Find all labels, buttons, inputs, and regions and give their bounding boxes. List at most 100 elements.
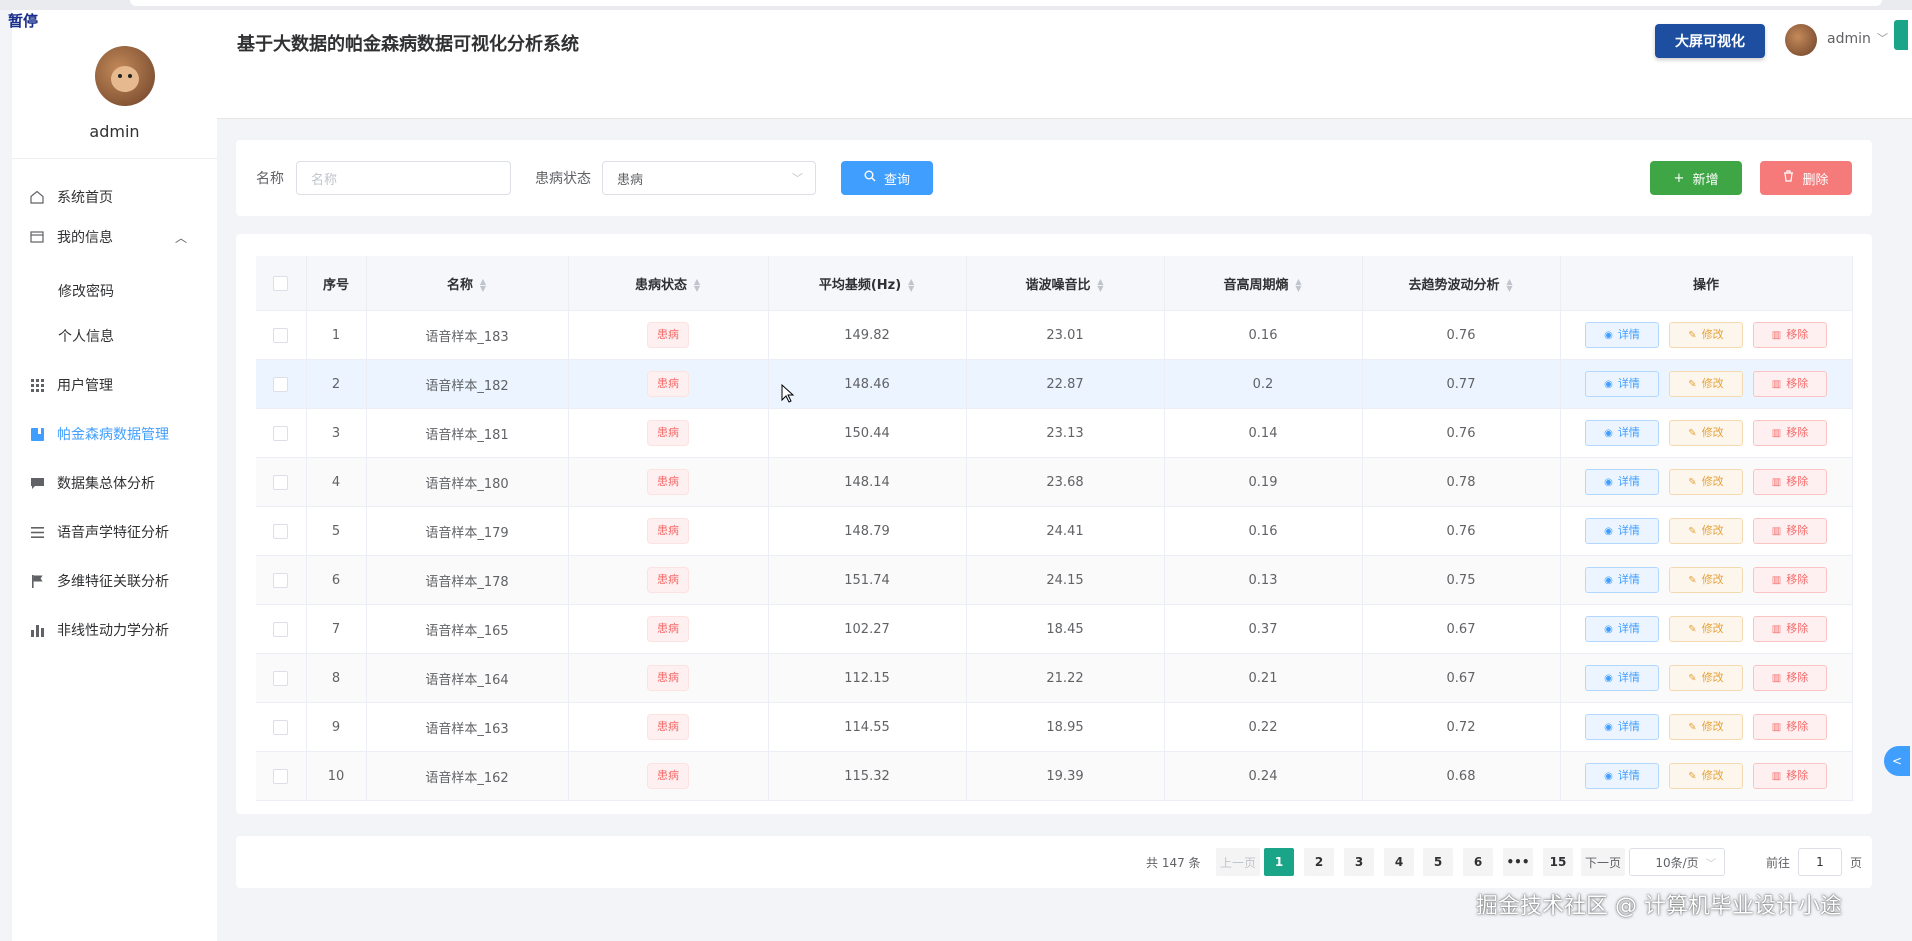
edit-button[interactable]: ✎ 修改 xyxy=(1669,322,1743,348)
column-header[interactable]: 谐波噪音比 ▲ ▼ xyxy=(966,256,1165,311)
detail-button[interactable]: ◉ 详情 xyxy=(1585,420,1659,446)
remove-button[interactable]: ▥ 移除 xyxy=(1753,665,1827,691)
header-username[interactable]: admin xyxy=(1827,31,1871,47)
detail-button[interactable]: ◉ 详情 xyxy=(1585,371,1659,397)
menu-item-correlation-analysis[interactable]: 多维特征关联分析 xyxy=(12,561,217,601)
page-button[interactable]: 1 xyxy=(1264,848,1294,876)
next-page-button[interactable]: 下一页 xyxy=(1581,848,1626,876)
row-checkbox[interactable] xyxy=(273,719,289,735)
remove-button[interactable]: ▥ 移除 xyxy=(1753,322,1827,348)
page-button[interactable]: 15 xyxy=(1543,848,1573,876)
chevron-down-icon[interactable]: ﹀ xyxy=(1877,30,1888,46)
table-row[interactable]: 2 语音样本_182 患病 148.46 22.87 0.2 0.77 ◉ 详情 ✎… xyxy=(256,359,1853,409)
data-table-card: 序号 名称 ▲ ▼ 患病状态 ▲ ▼ 平均基频(Hz) ▲ ▼ 谐波噪音比 ▲ ▼ 音高周期熵 ▲… xyxy=(236,234,1872,814)
row-checkbox[interactable] xyxy=(273,621,289,637)
table-row[interactable]: 7 语音样本_165 患病 102.27 18.45 0.37 0.67 ◉ 详情… xyxy=(256,604,1853,654)
menu-item-acoustic-analysis[interactable]: 语音声学特征分析 xyxy=(12,512,217,552)
edit-button[interactable]: ✎ 修改 xyxy=(1669,518,1743,544)
select-all-checkbox[interactable] xyxy=(273,275,289,291)
edit-button[interactable]: ✎ 修改 xyxy=(1669,763,1743,789)
row-checkbox[interactable] xyxy=(273,670,289,686)
row-checkbox[interactable] xyxy=(273,572,289,588)
status-select[interactable]: 患病 ﹀ xyxy=(602,161,816,195)
row-checkbox[interactable] xyxy=(273,376,289,392)
edit-button[interactable]: ✎ 修改 xyxy=(1669,420,1743,446)
big-screen-button[interactable]: 大屏可视化 xyxy=(1655,24,1765,58)
detail-button[interactable]: ◉ 详情 xyxy=(1585,322,1659,348)
row-checkbox[interactable] xyxy=(273,474,289,490)
detail-button[interactable]: ◉ 详情 xyxy=(1585,469,1659,495)
detail-button[interactable]: ◉ 详情 xyxy=(1585,763,1659,789)
prev-page-button[interactable]: 上一页 xyxy=(1216,848,1261,876)
page-button[interactable]: 3 xyxy=(1344,848,1374,876)
table-row[interactable]: 9 语音样本_163 患病 114.55 18.95 0.22 0.72 ◉ 详情… xyxy=(256,702,1853,752)
sort-icon[interactable]: ▲ ▼ xyxy=(1506,278,1514,293)
remove-button[interactable]: ▥ 移除 xyxy=(1753,763,1827,789)
remove-button[interactable]: ▥ 移除 xyxy=(1753,714,1827,740)
detail-button[interactable]: ◉ 详情 xyxy=(1585,665,1659,691)
jump-page-input[interactable]: 1 xyxy=(1798,848,1842,876)
edit-button[interactable]: ✎ 修改 xyxy=(1669,371,1743,397)
menu-item-dataset-overview[interactable]: 数据集总体分析 xyxy=(12,463,217,503)
add-button[interactable]: + 新增 xyxy=(1650,161,1742,195)
page-button[interactable]: 4 xyxy=(1384,848,1414,876)
row-checkbox[interactable] xyxy=(273,327,289,343)
menu-item-home[interactable]: 系统首页 xyxy=(12,177,217,217)
row-checkbox[interactable] xyxy=(273,523,289,539)
table-row[interactable]: 3 语音样本_181 患病 150.44 23.13 0.14 0.76 ◉ 详情… xyxy=(256,408,1853,458)
side-panel-tab[interactable] xyxy=(1894,20,1908,50)
column-header[interactable]: 平均基频(Hz) ▲ ▼ xyxy=(768,256,967,311)
column-header[interactable]: 患病状态 ▲ ▼ xyxy=(568,256,769,311)
sort-icon[interactable]: ▲ ▼ xyxy=(907,278,915,293)
table-row[interactable]: 5 语音样本_179 患病 148.79 24.41 0.16 0.76 ◉ 详情… xyxy=(256,506,1853,556)
table-row[interactable]: 6 语音样本_178 患病 151.74 24.15 0.13 0.75 ◉ 详情… xyxy=(256,555,1853,605)
remove-button[interactable]: ▥ 移除 xyxy=(1753,469,1827,495)
avatar[interactable] xyxy=(1785,24,1817,56)
remove-button[interactable]: ▥ 移除 xyxy=(1753,518,1827,544)
menu-item-nonlinear-analysis[interactable]: 非线性动力学分析 xyxy=(12,610,217,650)
delete-button[interactable]: 删除 xyxy=(1760,161,1852,195)
name-search-input[interactable]: 名称 xyxy=(296,161,511,195)
detail-button[interactable]: ◉ 详情 xyxy=(1585,567,1659,593)
menu-item-user-management[interactable]: 用户管理 xyxy=(12,365,217,405)
menu-item-parkinson-data[interactable]: 帕金森病数据管理 xyxy=(12,414,217,454)
page-size-select[interactable]: 10条/页 ﹀ xyxy=(1629,848,1725,876)
collapse-panel-button[interactable]: < xyxy=(1884,746,1910,776)
sidebar-avatar[interactable] xyxy=(95,46,155,106)
edit-button[interactable]: ✎ 修改 xyxy=(1669,665,1743,691)
remove-button[interactable]: ▥ 移除 xyxy=(1753,567,1827,593)
table-row[interactable]: 1 语音样本_183 患病 149.82 23.01 0.16 0.76 ◉ 详情… xyxy=(256,310,1853,360)
detail-button[interactable]: ◉ 详情 xyxy=(1585,714,1659,740)
edit-button[interactable]: ✎ 修改 xyxy=(1669,469,1743,495)
remove-button[interactable]: ▥ 移除 xyxy=(1753,371,1827,397)
row-checkbox[interactable] xyxy=(273,425,289,441)
detail-button[interactable]: ◉ 详情 xyxy=(1585,616,1659,642)
submenu-item-change-password[interactable]: 修改密码 xyxy=(58,281,114,301)
table-row[interactable]: 10 语音样本_162 患病 115.32 19.39 0.24 0.68 ◉ 详… xyxy=(256,751,1853,801)
remove-button[interactable]: ▥ 移除 xyxy=(1753,616,1827,642)
page-button[interactable]: 2 xyxy=(1304,848,1334,876)
sort-icon[interactable]: ▲ ▼ xyxy=(1097,278,1105,293)
remove-button[interactable]: ▥ 移除 xyxy=(1753,420,1827,446)
table-row[interactable]: 8 语音样本_164 患病 112.15 21.22 0.21 0.67 ◉ 详情… xyxy=(256,653,1853,703)
table-row[interactable]: 4 语音样本_180 患病 148.14 23.68 0.19 0.78 ◉ 详情… xyxy=(256,457,1853,507)
column-header[interactable]: 去趋势波动分析 ▲ ▼ xyxy=(1362,256,1561,311)
select-all-cell[interactable] xyxy=(256,256,307,311)
edit-button[interactable]: ✎ 修改 xyxy=(1669,616,1743,642)
edit-button[interactable]: ✎ 修改 xyxy=(1669,714,1743,740)
submenu-item-personal-info[interactable]: 个人信息 xyxy=(58,326,114,346)
column-header[interactable]: 音高周期熵 ▲ ▼ xyxy=(1164,256,1363,311)
sort-icon[interactable]: ▲ ▼ xyxy=(693,278,701,293)
edit-button[interactable]: ✎ 修改 xyxy=(1669,567,1743,593)
menu-item-my-info[interactable]: 我的信息 ︿ xyxy=(12,217,217,257)
sort-icon[interactable]: ▲ ▼ xyxy=(479,278,487,293)
row-checkbox[interactable] xyxy=(273,768,289,784)
query-button[interactable]: 查询 xyxy=(841,161,933,195)
column-header[interactable]: 名称 ▲ ▼ xyxy=(366,256,569,311)
detail-button[interactable]: ◉ 详情 xyxy=(1585,518,1659,544)
page-button[interactable]: 5 xyxy=(1423,848,1453,876)
page-button[interactable]: 6 xyxy=(1463,848,1493,876)
row-ppe: 0.21 xyxy=(1164,653,1363,703)
sort-icon[interactable]: ▲ ▼ xyxy=(1295,278,1303,293)
more-pages-button[interactable]: ••• xyxy=(1503,848,1533,876)
